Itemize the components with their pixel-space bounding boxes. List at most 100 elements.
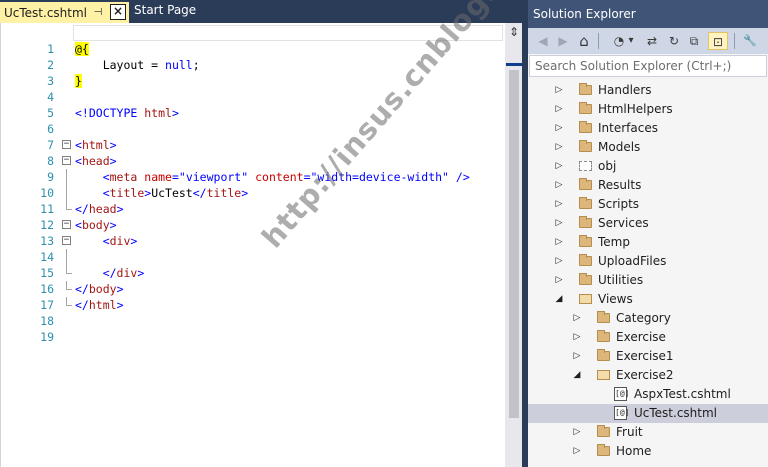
expand-icon[interactable]: ▷	[572, 347, 582, 366]
history-icon[interactable]: ◔	[612, 32, 626, 50]
toolbar-separator	[598, 33, 599, 49]
properties-icon[interactable]: 🔧	[742, 32, 758, 50]
code-tag-name: html	[81, 138, 110, 152]
tree-item-obj[interactable]: ▷ obj	[528, 157, 768, 176]
scrollbar-thumb[interactable]	[509, 70, 519, 418]
tree-item-label: Exercise	[616, 330, 666, 344]
tab-uctest-cshtml[interactable]: UcTest.cshtml ⊣ ×	[0, 2, 129, 23]
scroll-position-marker	[506, 63, 522, 66]
expand-icon[interactable]: ▷	[554, 81, 564, 100]
open-folder-icon	[579, 294, 592, 304]
code-tag: >	[130, 234, 138, 248]
code-attr-name: name	[144, 170, 172, 184]
fold-toggle-icon[interactable]: −	[62, 236, 71, 245]
expand-icon[interactable]: ▷	[554, 195, 564, 214]
solution-explorer-toolbar: ◀ ▶ ⌂ ◔ ▾ ⇄ ↻ ⧉ ⊡ 🔧	[528, 28, 768, 54]
tab-title: UcTest.cshtml	[4, 5, 88, 20]
collapse-icon[interactable]: ◢	[554, 290, 564, 309]
code-tag: >	[171, 106, 179, 120]
folder-icon	[579, 178, 592, 190]
code-tag: <	[75, 154, 82, 168]
code-tag-name: title	[109, 186, 145, 200]
tree-item-views[interactable]: ◢ Views	[528, 290, 768, 309]
tree-item-scripts[interactable]: ▷ Scripts	[528, 195, 768, 214]
code-tag: </	[75, 298, 89, 312]
expand-icon[interactable]: ▷	[554, 233, 564, 252]
chevron-down-icon[interactable]: ▾	[626, 32, 636, 50]
razor-block-open: @{	[75, 42, 89, 56]
expand-icon[interactable]: ▷	[572, 442, 582, 461]
tree-item-category[interactable]: ▷ Category	[528, 309, 768, 328]
tree-item-home[interactable]: ▷ Home	[528, 442, 768, 461]
expand-icon[interactable]: ▷	[554, 214, 564, 233]
code-area[interactable]: 1 2 @{ 3 Layout = null; 4 } 5 6 <!DOCTYP…	[1, 25, 505, 344]
back-icon[interactable]: ◀	[536, 32, 550, 50]
code-line-6: 6 <!DOCTYPE html>	[1, 105, 505, 136]
expand-icon[interactable]: ▷	[554, 271, 564, 290]
solution-tree[interactable]: ▷ Handlers ▷ HtmlHelpers ▷ Interfaces ▷ …	[528, 81, 768, 461]
tree-item-handlers[interactable]: ▷ Handlers	[528, 81, 768, 100]
code-tag: </	[75, 202, 89, 216]
tree-item-utilities[interactable]: ▷ Utilities	[528, 271, 768, 290]
code-attr-name: content	[255, 170, 304, 184]
expand-icon[interactable]: ▷	[554, 157, 564, 176]
tree-item-uctest-cshtml[interactable]: [@] UcTest.cshtml	[528, 404, 768, 423]
folder-icon	[579, 121, 592, 133]
expand-icon[interactable]: ▷	[554, 100, 564, 119]
fold-guide-end	[66, 265, 72, 274]
solution-explorer-search-input[interactable]: Search Solution Explorer (Ctrl+;)	[529, 55, 767, 77]
code-tag-name: div	[109, 234, 131, 248]
code-tag: >	[116, 298, 124, 312]
expand-icon[interactable]: ▷	[572, 309, 582, 328]
fold-toggle-icon[interactable]: −	[62, 156, 71, 165]
tree-item-exercise2[interactable]: ◢ Exercise2	[528, 366, 768, 385]
tree-item-htmlhelpers[interactable]: ▷ HtmlHelpers	[528, 100, 768, 119]
code-line-9: 9 − <head>	[1, 153, 505, 184]
folder-icon	[579, 235, 592, 247]
code-tag-name: head	[88, 202, 117, 216]
show-all-files-icon[interactable]: ⊡	[708, 32, 728, 50]
tree-item-aspxtest-cshtml[interactable]: [@] AspxTest.cshtml	[528, 385, 768, 404]
tree-item-services[interactable]: ▷ Services	[528, 214, 768, 233]
tree-item-exercise[interactable]: ▷ Exercise	[528, 328, 768, 347]
code-line-19: 19	[1, 313, 505, 344]
tree-item-results[interactable]: ▷ Results	[528, 176, 768, 195]
code-tag-name: html	[144, 106, 172, 120]
expand-icon[interactable]: ▷	[572, 328, 582, 347]
tree-item-uploadfiles[interactable]: ▷ UploadFiles	[528, 252, 768, 271]
collapse-icon[interactable]: ◢	[572, 366, 582, 385]
tree-item-models[interactable]: ▷ Models	[528, 138, 768, 157]
expand-icon[interactable]: ▷	[554, 252, 564, 271]
refresh-icon[interactable]: ↻	[666, 32, 682, 50]
expand-icon[interactable]: ▷	[554, 138, 564, 157]
code-tag: >	[241, 186, 249, 200]
expand-icon[interactable]: ▷	[554, 176, 564, 195]
tree-item-exercise1[interactable]: ▷ Exercise1	[528, 347, 768, 366]
folder-icon	[579, 102, 592, 114]
code-line-12: 12 </head>	[1, 201, 505, 232]
tree-item-temp[interactable]: ▷ Temp	[528, 233, 768, 252]
code-line-16: 16 </div>	[1, 265, 505, 296]
fold-toggle-icon[interactable]: −	[62, 220, 71, 229]
tree-item-label: Utilities	[598, 273, 644, 287]
tab-start-page[interactable]: Start Page	[134, 3, 196, 17]
split-window-icon[interactable]: ⇕	[507, 25, 521, 41]
code-tag: >	[137, 266, 145, 280]
collapse-all-icon[interactable]: ⧉	[686, 32, 702, 50]
tree-item-fruit[interactable]: ▷ Fruit	[528, 423, 768, 442]
tree-item-interfaces[interactable]: ▷ Interfaces	[528, 119, 768, 138]
fold-toggle-icon[interactable]: −	[62, 140, 71, 149]
forward-icon[interactable]: ▶	[556, 32, 570, 50]
close-icon[interactable]: ×	[110, 4, 126, 20]
folder-icon	[579, 197, 592, 209]
tree-item-label: Scripts	[598, 197, 640, 211]
code-tag: >	[116, 202, 124, 216]
sync-icon[interactable]: ⇄	[644, 32, 660, 50]
pin-icon[interactable]: ⊣	[90, 4, 106, 20]
expand-icon[interactable]: ▷	[554, 119, 564, 138]
expand-icon[interactable]: ▷	[572, 423, 582, 442]
editor-vertical-scrollbar[interactable]: ⇕	[505, 23, 523, 467]
home-icon[interactable]: ⌂	[576, 32, 592, 50]
code-editor[interactable]: 1 2 @{ 3 Layout = null; 4 } 5 6 <!DOCTYP…	[0, 23, 526, 467]
fold-guide-end	[66, 201, 72, 210]
